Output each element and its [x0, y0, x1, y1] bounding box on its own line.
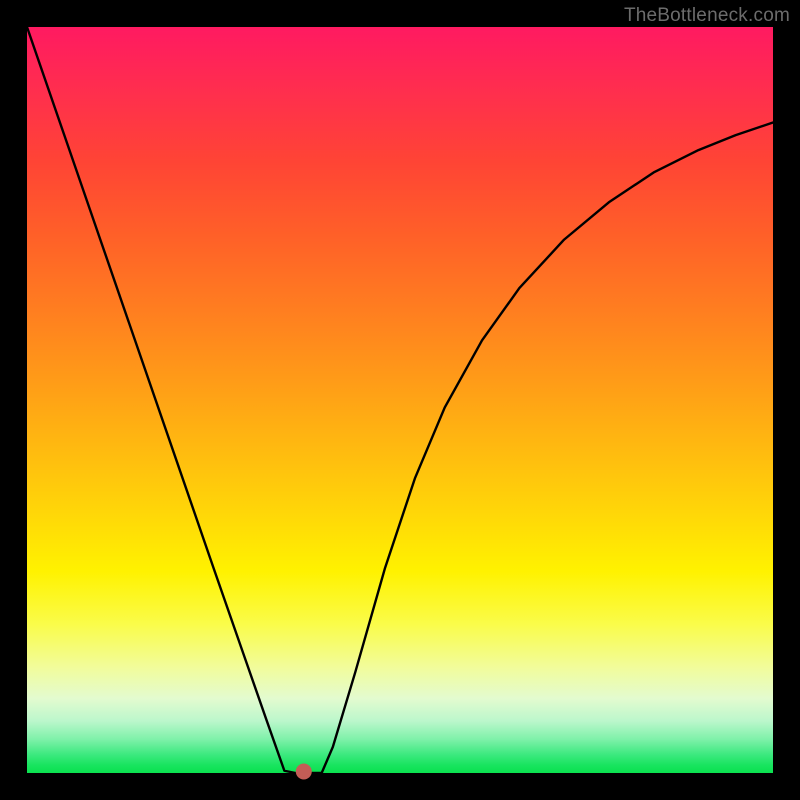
optimal-point-marker — [296, 764, 312, 780]
watermark-text: TheBottleneck.com — [624, 5, 790, 27]
plot-area — [27, 27, 773, 773]
chart-frame: TheBottleneck.com — [0, 0, 800, 800]
curve-layer — [27, 27, 773, 773]
bottleneck-curve — [27, 27, 773, 773]
